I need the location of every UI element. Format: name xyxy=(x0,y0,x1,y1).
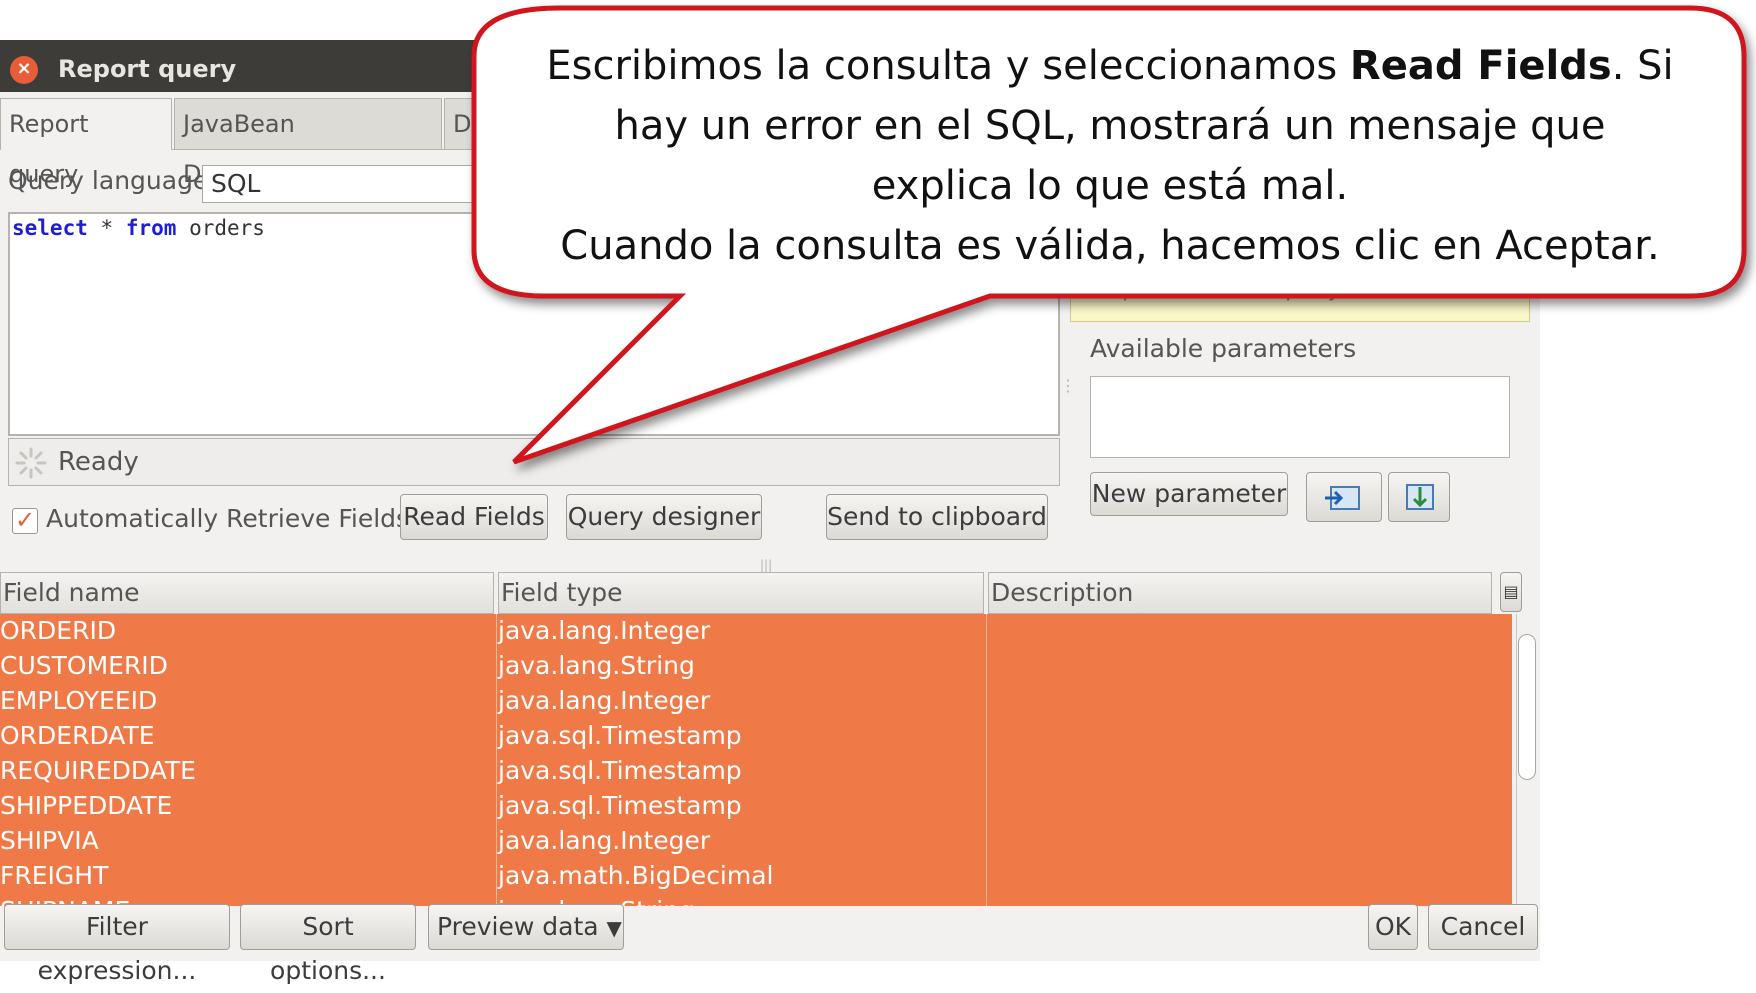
header-description[interactable]: Description xyxy=(988,572,1492,614)
field-type-cell: java.sql.Timestamp xyxy=(498,756,742,785)
callout-line-1: Escribimos la consulta y seleccionamos R… xyxy=(546,43,1674,89)
column-separator xyxy=(986,684,987,719)
field-type-cell: java.sql.Timestamp xyxy=(498,721,742,750)
column-separator xyxy=(986,824,987,859)
cancel-button[interactable]: Cancel xyxy=(1428,904,1538,950)
field-name-cell: ORDERID xyxy=(0,616,117,645)
callout-line-3: explica lo que está mal. xyxy=(871,163,1349,209)
field-name-cell: EMPLOYEEID xyxy=(0,686,158,715)
table-row[interactable]: SHIPVIA java.lang.Integer xyxy=(0,824,1512,860)
ok-button[interactable]: OK xyxy=(1368,904,1418,950)
table-row[interactable]: SHIPPEDDATE java.sql.Timestamp xyxy=(0,789,1512,825)
field-type-cell: java.lang.Integer xyxy=(498,616,711,645)
column-separator xyxy=(986,859,987,894)
field-name-cell: FREIGHT xyxy=(0,861,109,890)
field-type-cell: java.sql.Timestamp xyxy=(498,791,742,820)
fields-table: ORDERID java.lang.Integer CUSTOMERID java.l… xyxy=(0,614,1512,906)
column-separator xyxy=(496,789,497,824)
table-row[interactable]: EMPLOYEEID java.lang.Integer xyxy=(0,684,1512,720)
column-separator xyxy=(986,894,987,906)
field-type-cell: java.lang.Integer xyxy=(498,686,711,715)
field-name-cell: CUSTOMERID xyxy=(0,651,168,680)
field-name-cell: SHIPPEDDATE xyxy=(0,791,173,820)
column-separator xyxy=(986,614,987,649)
sort-options-button[interactable]: Sort options... xyxy=(240,904,416,985)
scrollbar-thumb[interactable] xyxy=(1518,634,1536,780)
column-separator xyxy=(986,649,987,684)
field-type-cell: java.math.BigDecimal xyxy=(498,861,774,890)
column-separator xyxy=(496,754,497,789)
table-row[interactable]: CUSTOMERID java.lang.String xyxy=(0,649,1512,685)
column-separator xyxy=(496,684,497,719)
column-separator xyxy=(496,719,497,754)
field-name-cell: REQUIREDDATE xyxy=(0,756,196,785)
callout-text: Escribimos la consulta y seleccionamos R… xyxy=(478,36,1742,276)
filter-expression-button[interactable]: Filter expression... xyxy=(4,904,230,985)
column-separator xyxy=(496,859,497,894)
chevron-down-icon: ▼ xyxy=(606,916,622,940)
column-separator xyxy=(496,649,497,684)
table-row[interactable]: ORDERDATE java.sql.Timestamp xyxy=(0,719,1512,755)
callout-line-4: Cuando la consulta es válida, hacemos cl… xyxy=(560,223,1660,269)
column-separator xyxy=(986,789,987,824)
split-handle[interactable]: ||| xyxy=(760,558,772,572)
header-field-name[interactable]: Field name xyxy=(0,572,494,614)
column-separator xyxy=(986,754,987,789)
column-separator xyxy=(496,614,497,649)
column-separator xyxy=(986,719,987,754)
table-row[interactable]: ORDERID java.lang.Integer xyxy=(0,614,1512,650)
field-type-cell: java.lang.Integer xyxy=(498,826,711,855)
field-type-cell: java.lang.String xyxy=(498,651,695,680)
column-chooser-icon[interactable]: ▤ xyxy=(1500,572,1522,612)
field-name-cell: ORDERDATE xyxy=(0,721,155,750)
callout-line-2: hay un error en el SQL, mostrará un mens… xyxy=(614,103,1606,149)
preview-data-button[interactable]: Preview data ▼ xyxy=(428,904,624,950)
table-row[interactable]: FREIGHT java.math.BigDecimal xyxy=(0,859,1512,895)
table-row[interactable]: REQUIREDDATE java.sql.Timestamp xyxy=(0,754,1512,790)
preview-data-label: Preview data xyxy=(437,912,599,941)
field-name-cell: SHIPVIA xyxy=(0,826,99,855)
header-field-type[interactable]: Field type xyxy=(498,572,984,614)
column-separator xyxy=(496,824,497,859)
